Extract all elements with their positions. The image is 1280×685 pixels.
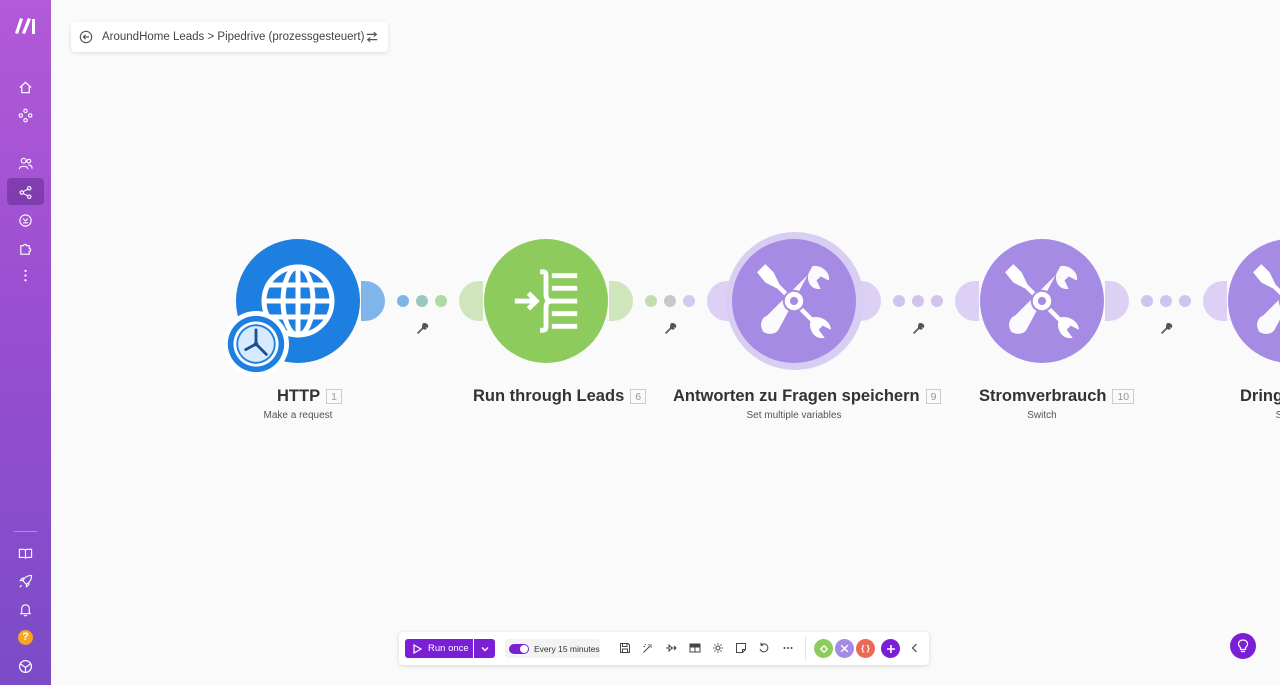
tools-icon [1253, 264, 1280, 334]
sidebar-divider [14, 531, 37, 532]
team-icon[interactable] [15, 153, 35, 173]
module-number: 1 [326, 389, 342, 404]
connector-dot [931, 295, 943, 307]
module-subtitle: S [1275, 410, 1280, 421]
module-run-through-leads[interactable] [484, 239, 608, 363]
run-once-button[interactable]: Run once [405, 639, 473, 658]
schedule-label: Every 15 minutes [534, 643, 600, 654]
module-subtitle: Make a request [263, 410, 333, 421]
connector-dot [912, 295, 924, 307]
connector-dot [1141, 295, 1153, 307]
book-icon[interactable] [15, 543, 35, 563]
tools-app-green-icon[interactable] [814, 639, 833, 658]
puzzle-icon[interactable] [15, 238, 35, 258]
plus-icon [886, 644, 895, 653]
schedule-control[interactable]: Every 15 minutes [505, 639, 600, 658]
magic-wand-icon[interactable] [641, 641, 655, 655]
leads-input-port [459, 281, 483, 321]
connector-dot [397, 295, 409, 307]
tools-app-purple-icon[interactable] [835, 639, 854, 658]
undo-icon[interactable] [757, 641, 771, 655]
connector-dot [1179, 295, 1191, 307]
tools-app-orange-icon[interactable]: { } [856, 639, 875, 658]
share-scenarios-icon[interactable] [15, 182, 35, 202]
lightbulb-icon [1237, 639, 1249, 653]
org-icon[interactable] [15, 656, 35, 676]
rocket-icon[interactable] [15, 571, 35, 591]
module-subtitle: Set multiple variables [746, 410, 842, 421]
connector-dot [1160, 295, 1172, 307]
connector-dot [645, 295, 657, 307]
save-icon[interactable] [618, 641, 632, 655]
scenario-canvas[interactable]: HTTP 1 Make a request Run through Leads 6 [51, 0, 1280, 685]
tools-icon [1005, 264, 1079, 339]
more-icon[interactable] [15, 265, 35, 285]
notes-icon[interactable] [734, 641, 748, 655]
tips-button[interactable] [1230, 633, 1256, 659]
bell-icon[interactable] [15, 599, 35, 619]
scenario-toolbar: Run once Every 15 minutes { } [399, 632, 929, 665]
connector-dot [664, 295, 676, 307]
connector-dot [435, 295, 447, 307]
run-once-label: Run once [428, 643, 469, 654]
toolbar-divider [805, 636, 806, 661]
switch-input-port [955, 281, 979, 321]
run-options-button[interactable] [474, 639, 495, 658]
http-output-port [361, 281, 385, 321]
iterator-icon [514, 269, 578, 333]
wrench-icon[interactable] [664, 322, 677, 335]
collapse-toolbar-icon[interactable] [908, 641, 922, 655]
home-icon[interactable] [15, 77, 35, 97]
settings-gear-icon[interactable] [711, 641, 725, 655]
switch-output-port [1105, 281, 1129, 321]
module-title: Antworten zu Fragen speichern 9 [673, 387, 942, 406]
clock-icon [227, 315, 285, 373]
make-logo[interactable] [13, 15, 39, 35]
module-stromverbrauch[interactable] [980, 239, 1104, 363]
more-options-icon[interactable] [781, 641, 795, 655]
module-antworten-zu-fragen[interactable] [732, 239, 856, 363]
module-title: Run through Leads 6 [473, 387, 647, 406]
schedule-toggle[interactable] [509, 643, 529, 654]
data-structure-icon[interactable] [688, 641, 702, 655]
json-icon-label: { } [861, 644, 870, 653]
connector-dot [416, 295, 428, 307]
module5-input-port [1203, 281, 1227, 321]
module-title: Stromverbrauch 10 [979, 387, 1135, 406]
chevron-down-icon [481, 646, 488, 651]
module-dring[interactable] [1228, 239, 1280, 363]
tools-icon [757, 264, 831, 339]
module-title: Dring [1240, 387, 1280, 405]
flow-icon[interactable] [664, 641, 678, 655]
wrench-icon[interactable] [912, 322, 925, 335]
clock-badge [223, 311, 289, 377]
wrench-icon[interactable] [1160, 322, 1173, 335]
sidebar: ? [0, 0, 51, 685]
module-title: HTTP 1 [277, 387, 342, 406]
connections-icon[interactable] [15, 210, 35, 230]
wrench-icon[interactable] [416, 322, 429, 335]
help-icon[interactable]: ? [18, 630, 33, 645]
play-icon [413, 643, 422, 654]
module-number: 10 [1112, 389, 1135, 404]
connector-dot [893, 295, 905, 307]
scenarios-graph-icon[interactable] [15, 105, 35, 125]
leads-output-port [609, 281, 633, 321]
connector-dot [683, 295, 695, 307]
module-subtitle: Switch [1027, 410, 1057, 421]
module-number: 9 [925, 389, 942, 404]
module-number: 6 [630, 389, 647, 404]
add-module-button[interactable] [881, 639, 900, 658]
